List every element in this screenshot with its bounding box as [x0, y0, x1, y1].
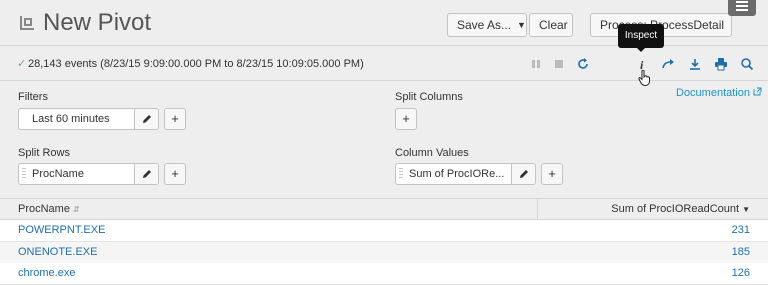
pencil-icon	[143, 170, 151, 178]
external-link-icon	[753, 87, 762, 96]
row-procname[interactable]: POWERPNT.EXE	[18, 224, 105, 236]
add-split-column-button[interactable]: +	[395, 108, 417, 130]
chevron-down-icon: ▼	[730, 14, 731, 36]
table-row[interactable]: chrome.exe 126	[0, 263, 768, 285]
job-status-bar: ✓ 28,143 events (8/23/15 9:09:00.000 PM …	[0, 47, 768, 81]
pencil-icon	[520, 170, 528, 178]
print-icon[interactable]	[714, 57, 728, 71]
edit-filter-button[interactable]	[134, 109, 158, 129]
edit-split-row-button[interactable]	[134, 164, 158, 184]
clear-button[interactable]: Clear	[529, 13, 573, 37]
filter-pill[interactable]: Last 60 minutes	[18, 108, 159, 130]
column-values-label: Column Values	[395, 147, 469, 159]
add-filter-button[interactable]: +	[164, 108, 186, 130]
sort-descending-icon: ▼	[742, 205, 750, 214]
filter-pill-label: Last 60 minutes	[32, 113, 110, 125]
pivot-icon	[20, 16, 34, 30]
documentation-label: Documentation	[676, 87, 750, 99]
column-header-procname[interactable]: ProcName ⇵	[18, 203, 80, 215]
row-value[interactable]: 126	[732, 267, 750, 279]
refresh-icon[interactable]	[576, 57, 590, 71]
events-summary: 28,143 events (8/23/15 9:09:00.000 PM to…	[28, 58, 364, 70]
save-as-button[interactable]: Save As... ▼	[447, 13, 527, 37]
column-header-label: Sum of ProcIOReadCount	[611, 203, 740, 215]
pause-icon[interactable]	[529, 57, 543, 71]
inspect-tooltip: Inspect	[618, 24, 664, 48]
split-row-pill-label: ProcName	[32, 168, 84, 180]
pencil-icon	[143, 115, 151, 123]
clear-label: Clear	[539, 18, 568, 32]
row-procname[interactable]: ONENOTE.EXE	[18, 246, 97, 258]
split-rows-label: Split Rows	[18, 147, 70, 159]
documentation-link[interactable]: Documentation	[676, 87, 762, 99]
row-value[interactable]: 185	[732, 246, 750, 258]
column-value-pill[interactable]: Sum of ProcIORe...	[395, 163, 536, 185]
edit-column-value-button[interactable]	[511, 164, 535, 184]
column-divider	[537, 199, 538, 219]
page-title: New Pivot	[43, 9, 152, 36]
share-icon[interactable]	[661, 57, 675, 71]
column-header-label: ProcName	[18, 203, 70, 215]
hand-cursor-icon	[638, 70, 650, 86]
drag-handle-icon[interactable]	[399, 168, 403, 180]
filters-label: Filters	[18, 91, 48, 103]
split-columns-label: Split Columns	[395, 91, 463, 103]
hamburger-menu-icon[interactable]	[728, 0, 756, 16]
inspect-icon[interactable]: i	[635, 57, 649, 71]
split-row-pill[interactable]: ProcName	[18, 163, 159, 185]
search-icon[interactable]	[740, 57, 754, 71]
stop-icon[interactable]	[552, 57, 566, 71]
check-icon: ✓	[17, 58, 27, 70]
drag-handle-icon[interactable]	[22, 168, 26, 180]
table-header: ProcName ⇵ Sum of ProcIOReadCount ▼	[0, 198, 768, 220]
sort-icon: ⇵	[72, 205, 80, 214]
row-procname[interactable]: chrome.exe	[18, 267, 75, 279]
save-as-label: Save As...	[457, 18, 512, 32]
tooltip-arrow	[636, 47, 646, 52]
table-row[interactable]: POWERPNT.EXE 231	[0, 220, 768, 242]
table-row[interactable]: ONENOTE.EXE 185	[0, 242, 768, 264]
column-header-sum[interactable]: Sum of ProcIOReadCount ▼	[611, 203, 750, 215]
add-column-value-button[interactable]: +	[541, 163, 563, 185]
column-value-pill-label: Sum of ProcIORe...	[409, 168, 505, 180]
row-value[interactable]: 231	[732, 224, 750, 236]
add-split-row-button[interactable]: +	[164, 163, 186, 185]
export-icon[interactable]	[688, 57, 702, 71]
chevron-down-icon: ▼	[517, 20, 526, 30]
